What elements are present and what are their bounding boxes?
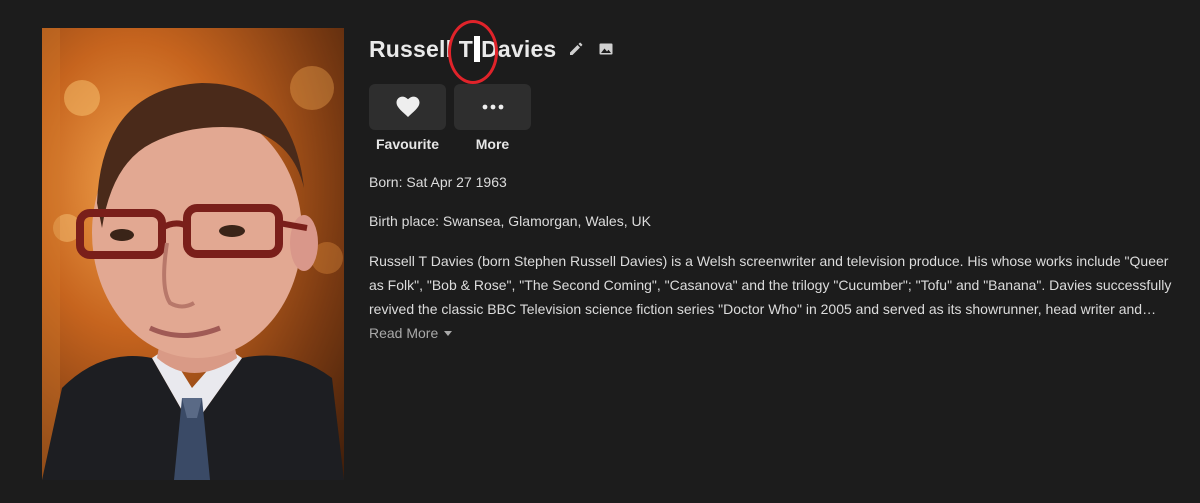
image-icon[interactable] [596, 39, 616, 59]
read-more-link[interactable]: Read More [369, 325, 453, 341]
pencil-icon[interactable] [566, 39, 586, 59]
favourite-button[interactable]: Favourite [369, 84, 446, 152]
action-buttons: Favourite More [369, 84, 531, 152]
portrait-image [42, 28, 344, 480]
person-name[interactable]: Russell T Davies [369, 35, 557, 63]
more-button[interactable]: More [454, 84, 531, 152]
favourite-button-body[interactable] [369, 84, 446, 130]
name-part-last: Davies [481, 35, 557, 62]
title-row: Russell T Davies [369, 32, 616, 66]
person-details-page: Russell T Davies Favourite More Born: Sa… [0, 0, 1200, 503]
caret-down-icon [444, 331, 453, 336]
more-label: More [475, 136, 510, 152]
birth-place: Birth place: Swansea, Glamorgan, Wales, … [369, 213, 651, 229]
text-cursor [474, 35, 481, 62]
more-dots-icon [482, 104, 503, 110]
favourite-label: Favourite [375, 136, 439, 152]
biography-text: Russell T Davies (born Stephen Russell D… [369, 253, 1172, 317]
name-part-first: Russell T [369, 35, 474, 62]
read-more-label: Read More [369, 325, 439, 341]
more-button-body[interactable] [454, 84, 531, 130]
person-portrait [42, 28, 344, 480]
born-date: Born: Sat Apr 27 1963 [369, 174, 507, 190]
heart-icon [396, 96, 419, 117]
